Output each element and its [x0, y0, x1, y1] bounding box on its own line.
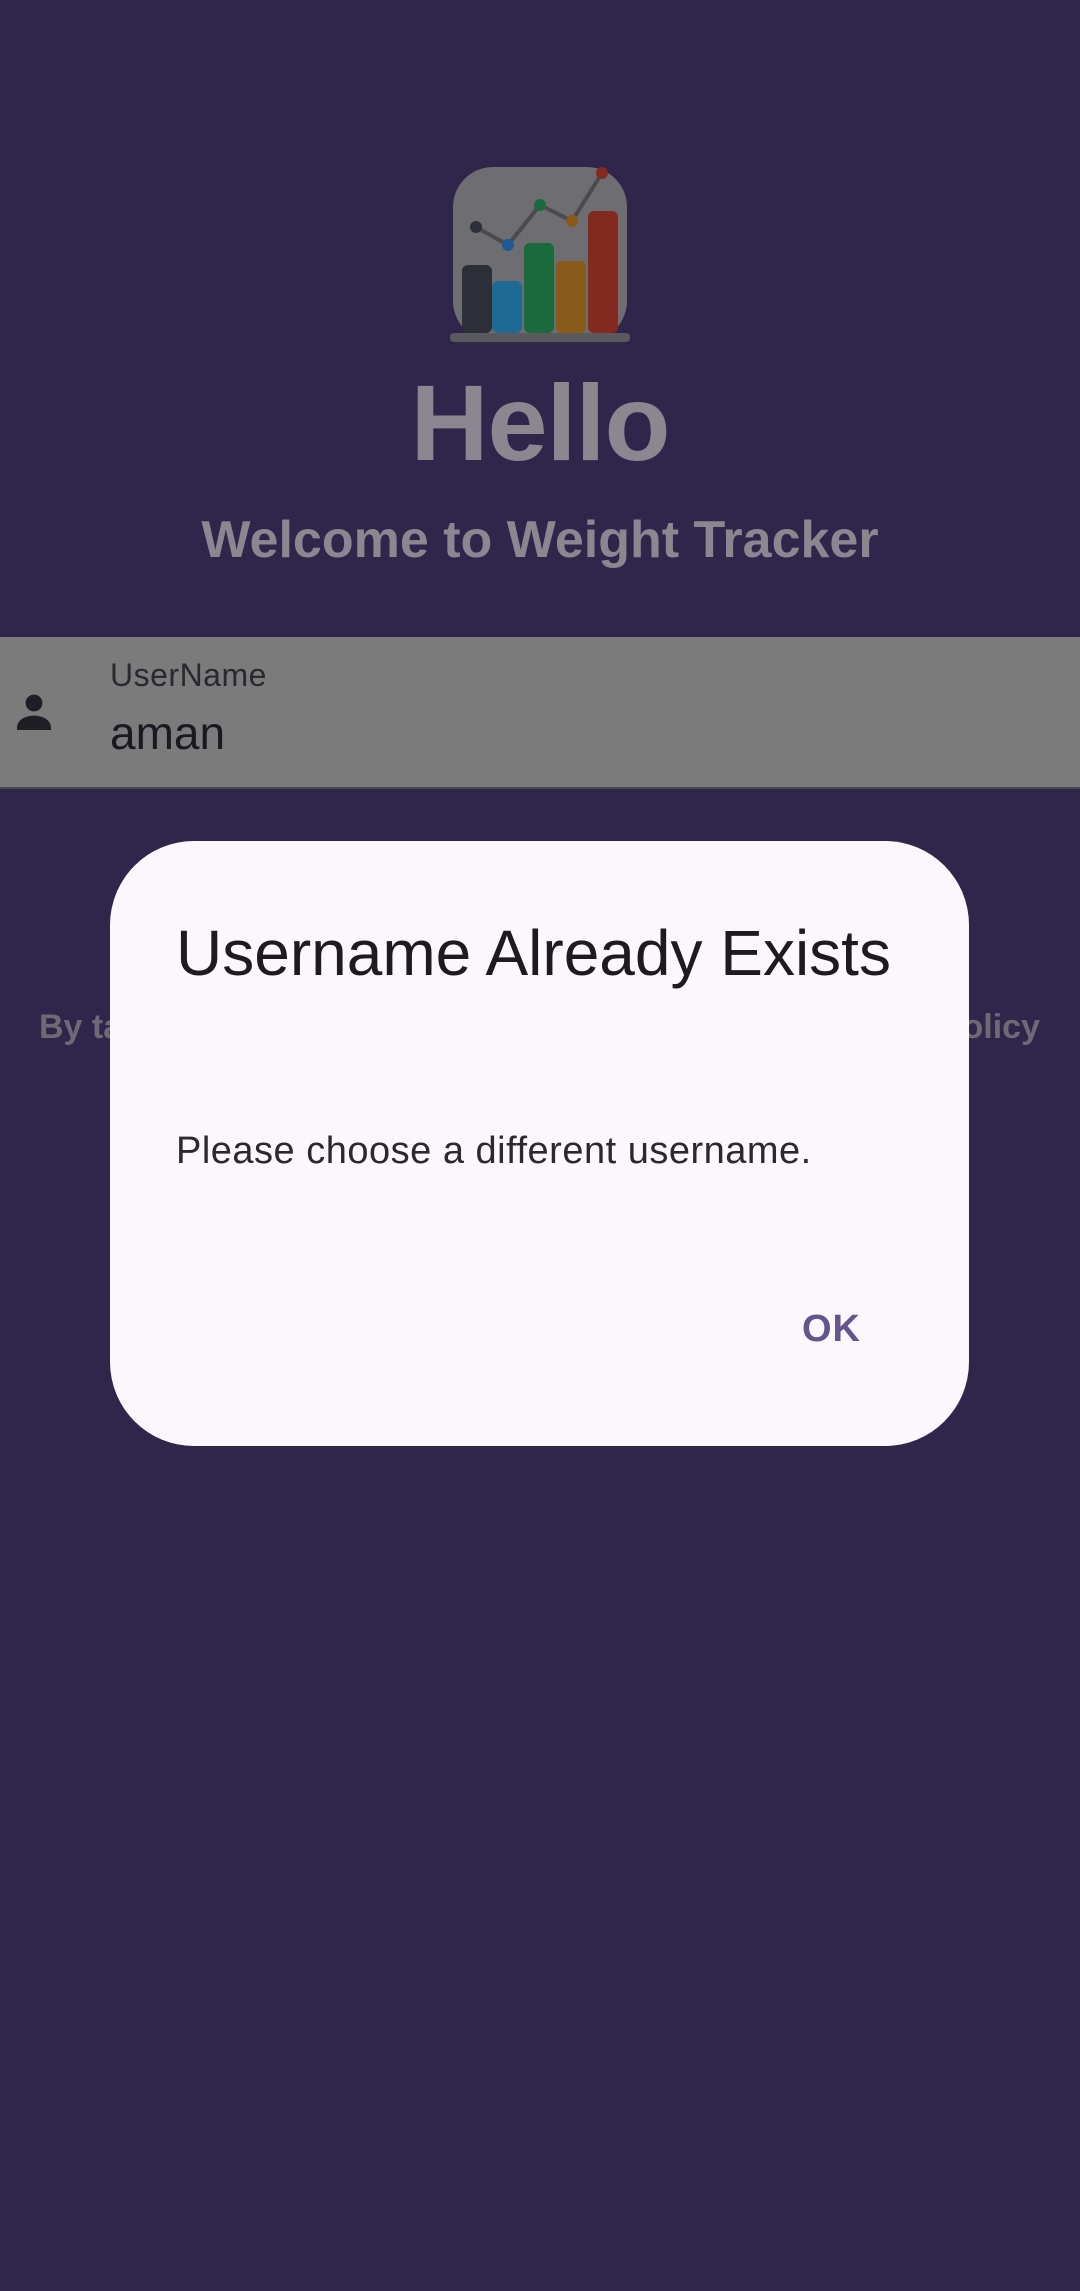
alert-dialog: Username Already Exists Please choose a …: [110, 841, 969, 1446]
dialog-message: Please choose a different username.: [176, 1130, 812, 1172]
ok-button[interactable]: OK: [780, 1289, 883, 1369]
login-screen: Hello Welcome to Weight Tracker UserName…: [0, 0, 1080, 2291]
dialog-title: Username Already Exists: [176, 917, 891, 989]
